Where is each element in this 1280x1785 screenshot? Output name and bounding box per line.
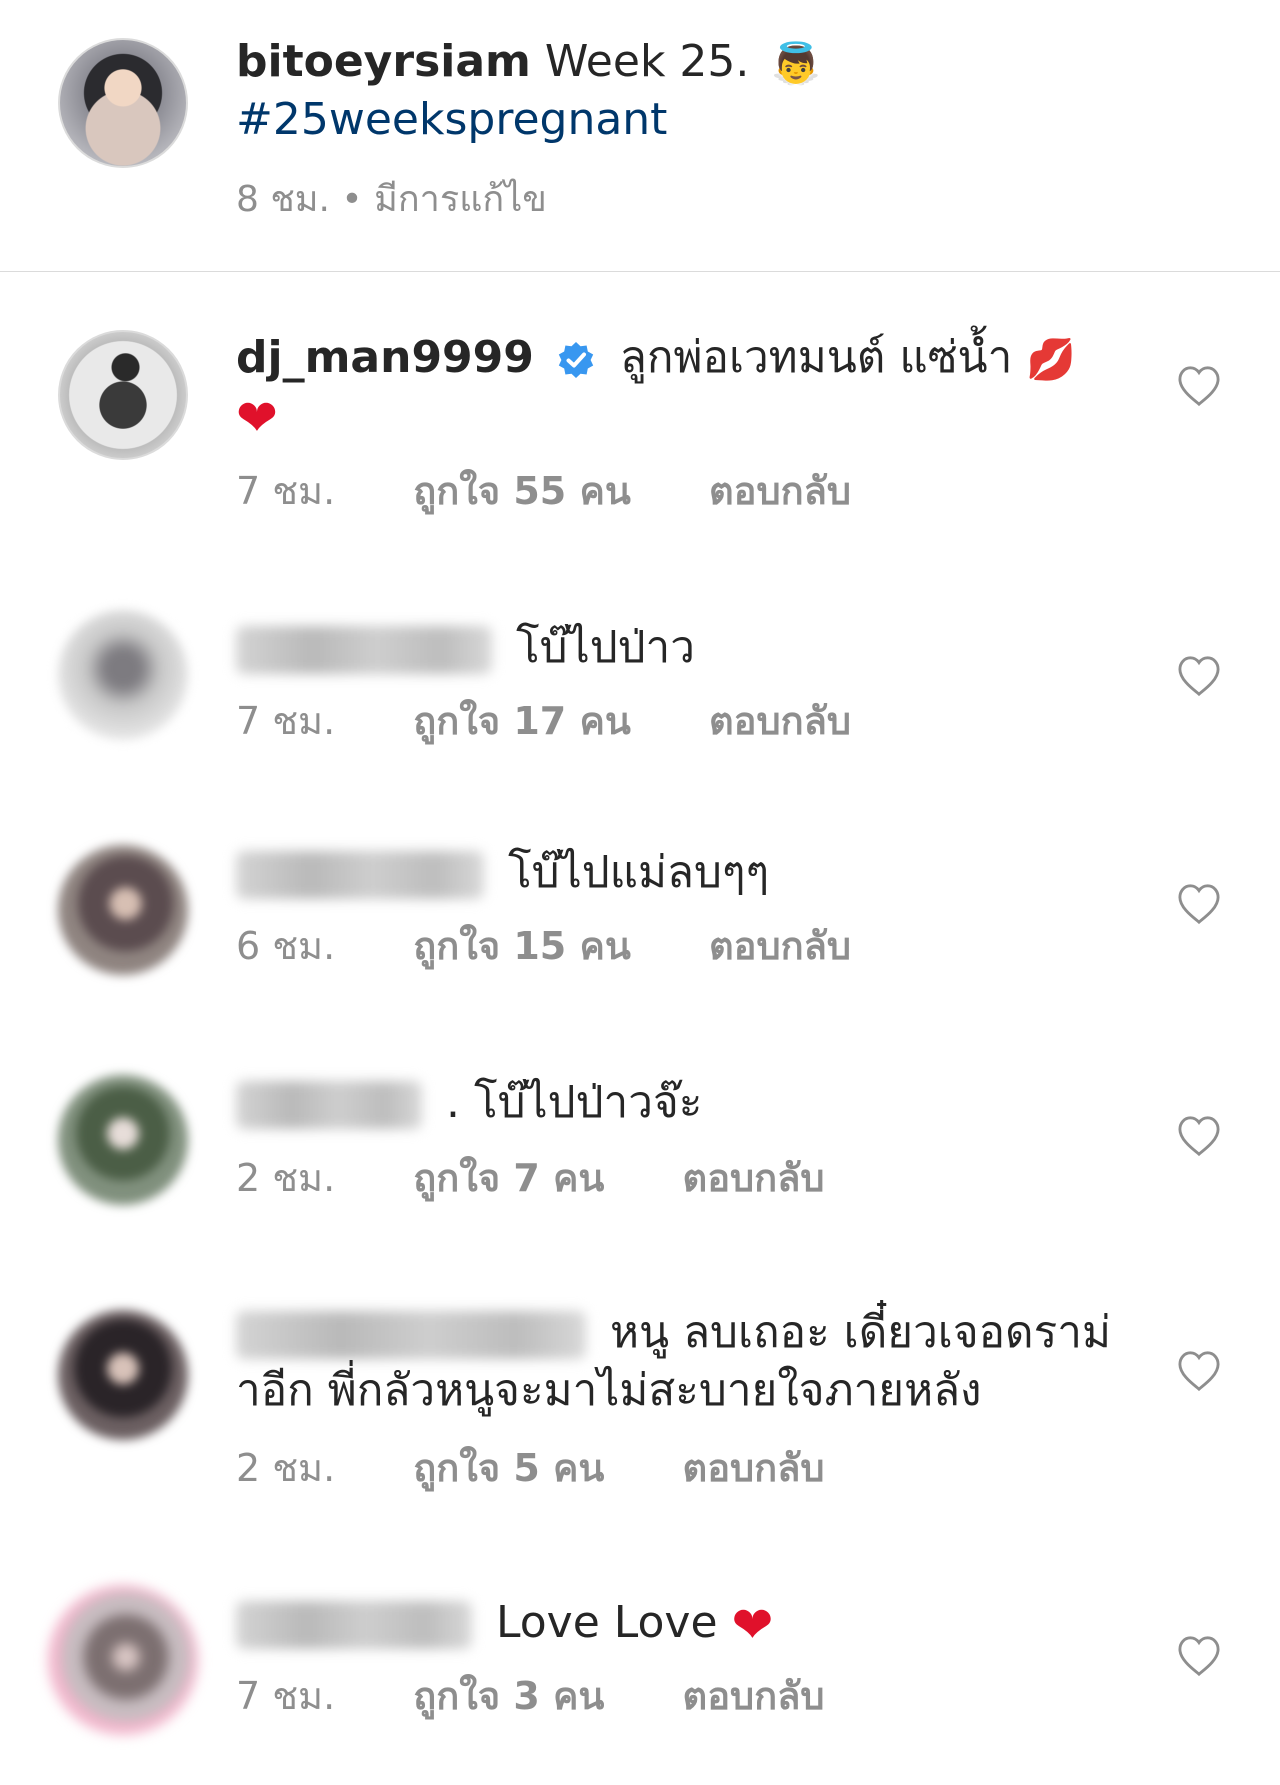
blurred-username[interactable]	[236, 1081, 422, 1129]
comment-text: โบ๊ไปป่าว	[516, 622, 695, 673]
caption-line: bitoeyrsiam Week 25. 👼	[236, 34, 821, 90]
post-meta: 8 ชม. • มีการแก้ไข	[236, 178, 547, 222]
post-time: 8 ชม.	[236, 179, 330, 220]
heart-outline-icon[interactable]	[1176, 1635, 1222, 1677]
comment-meta: 2 ชม. ถูกใจ 7 คน ตอบกลับ	[236, 1155, 891, 1201]
verified-badge-icon	[558, 342, 594, 378]
comment-text-line: โบ๊ไปแม่ลบๆๆ	[236, 845, 769, 901]
comment-text: หนู ลบเถอะ เดี๋ยวเจอดราม่	[610, 1307, 1111, 1358]
red-heart-emoji-icon: ❤	[236, 389, 278, 447]
reply-button[interactable]: ตอบกลับ	[709, 468, 851, 514]
comment-time: 2 ชม.	[236, 1446, 336, 1490]
heart-outline-icon[interactable]	[1176, 1115, 1222, 1157]
reply-button[interactable]: ตอบกลับ	[683, 1445, 825, 1491]
commenter-avatar[interactable]	[58, 845, 188, 975]
comment-text-line: dj_man9999 ลูกพ่อเวทมนต์ แซ่น้ำ 💋	[236, 330, 1076, 388]
comment-text-line: Love Love ❤	[236, 1595, 773, 1651]
comment-text: โบ๊ไปแม่ลบๆๆ	[508, 847, 770, 898]
blurred-username[interactable]	[236, 626, 492, 674]
angel-emoji-icon: 👼	[771, 41, 822, 87]
heart-outline-icon[interactable]	[1176, 883, 1222, 925]
comment-text: ลูกพ่อเวทมนต์ แซ่น้ำ	[619, 332, 1013, 383]
comment-text: . โบ๊ไปป่าวจ๊ะ	[446, 1077, 703, 1128]
hashtag-link[interactable]: #25weekspregnant	[236, 94, 667, 145]
hashtag-line: #25weekspregnant	[236, 92, 667, 148]
comment-likes[interactable]: ถูกใจ 17 คน	[413, 698, 631, 744]
post-author-username[interactable]: bitoeyrsiam	[236, 36, 531, 87]
comment-meta: 6 ชม. ถูกใจ 15 คน ตอบกลับ	[236, 923, 917, 969]
kiss-mark-emoji-icon: 💋	[1026, 337, 1077, 383]
blurred-username[interactable]	[236, 1311, 586, 1359]
commenter-avatar[interactable]	[58, 1075, 188, 1205]
comment-text-line: . โบ๊ไปป่าวจ๊ะ	[236, 1075, 702, 1131]
comment-text-line: หนู ลบเถอะ เดี๋ยวเจอดราม่	[236, 1305, 1111, 1361]
reply-button[interactable]: ตอบกลับ	[683, 1673, 825, 1719]
heart-outline-icon[interactable]	[1176, 655, 1222, 697]
comment-likes[interactable]: ถูกใจ 5 คน	[413, 1445, 604, 1491]
blurred-username[interactable]	[236, 1601, 472, 1649]
comment-meta: 2 ชม. ถูกใจ 5 คน ตอบกลับ	[236, 1445, 891, 1491]
heart-outline-icon[interactable]	[1176, 1350, 1222, 1392]
comment-text: Love Love	[496, 1597, 718, 1648]
red-heart-emoji-icon: ❤	[731, 1596, 774, 1654]
author-avatar[interactable]	[58, 38, 188, 168]
heart-outline-icon[interactable]	[1176, 365, 1222, 407]
comment-text-line: าอีก พี่กลัวหนูจะมาไม่สะบายใจภายหลัง	[236, 1363, 982, 1419]
commenter-avatar[interactable]	[58, 330, 188, 460]
blurred-username[interactable]	[236, 851, 484, 899]
divider	[0, 271, 1280, 272]
comment-text-line: ❤	[236, 388, 278, 444]
comment-time: 6 ชม.	[236, 924, 336, 968]
comment-likes[interactable]: ถูกใจ 15 คน	[413, 923, 631, 969]
reply-button[interactable]: ตอบกลับ	[709, 698, 851, 744]
comment-likes[interactable]: ถูกใจ 55 คน	[413, 468, 631, 514]
comment-meta: 7 ชม. ถูกใจ 17 คน ตอบกลับ	[236, 698, 917, 744]
commenter-avatar[interactable]	[58, 610, 188, 740]
post-caption: bitoeyrsiam Week 25. 👼 #25weekspregnant …	[0, 0, 1280, 270]
comment-time: 2 ชม.	[236, 1156, 336, 1200]
comment-text-continued: าอีก พี่กลัวหนูจะมาไม่สะบายใจภายหลัง	[236, 1365, 982, 1416]
commenter-username[interactable]: dj_man9999	[236, 332, 534, 383]
comment-likes[interactable]: ถูกใจ 7 คน	[413, 1155, 604, 1201]
reply-button[interactable]: ตอบกลับ	[683, 1155, 825, 1201]
comment-text-line: โบ๊ไปป่าว	[236, 620, 695, 676]
commenter-avatar[interactable]	[58, 1310, 188, 1440]
meta-separator: •	[341, 179, 363, 220]
reply-button[interactable]: ตอบกลับ	[709, 923, 851, 969]
comment-time: 7 ชม.	[236, 469, 336, 513]
commenter-avatar[interactable]	[48, 1585, 198, 1735]
comment-meta: 7 ชม. ถูกใจ 3 คน ตอบกลับ	[236, 1673, 891, 1719]
edited-label: มีการแก้ไข	[374, 179, 547, 220]
comment-time: 7 ชม.	[236, 699, 336, 743]
caption-text: Week 25.	[544, 36, 750, 87]
comment-meta: 7 ชม. ถูกใจ 55 คน ตอบกลับ	[236, 468, 917, 514]
comment-likes[interactable]: ถูกใจ 3 คน	[413, 1673, 604, 1719]
comment-time: 7 ชม.	[236, 1674, 336, 1718]
